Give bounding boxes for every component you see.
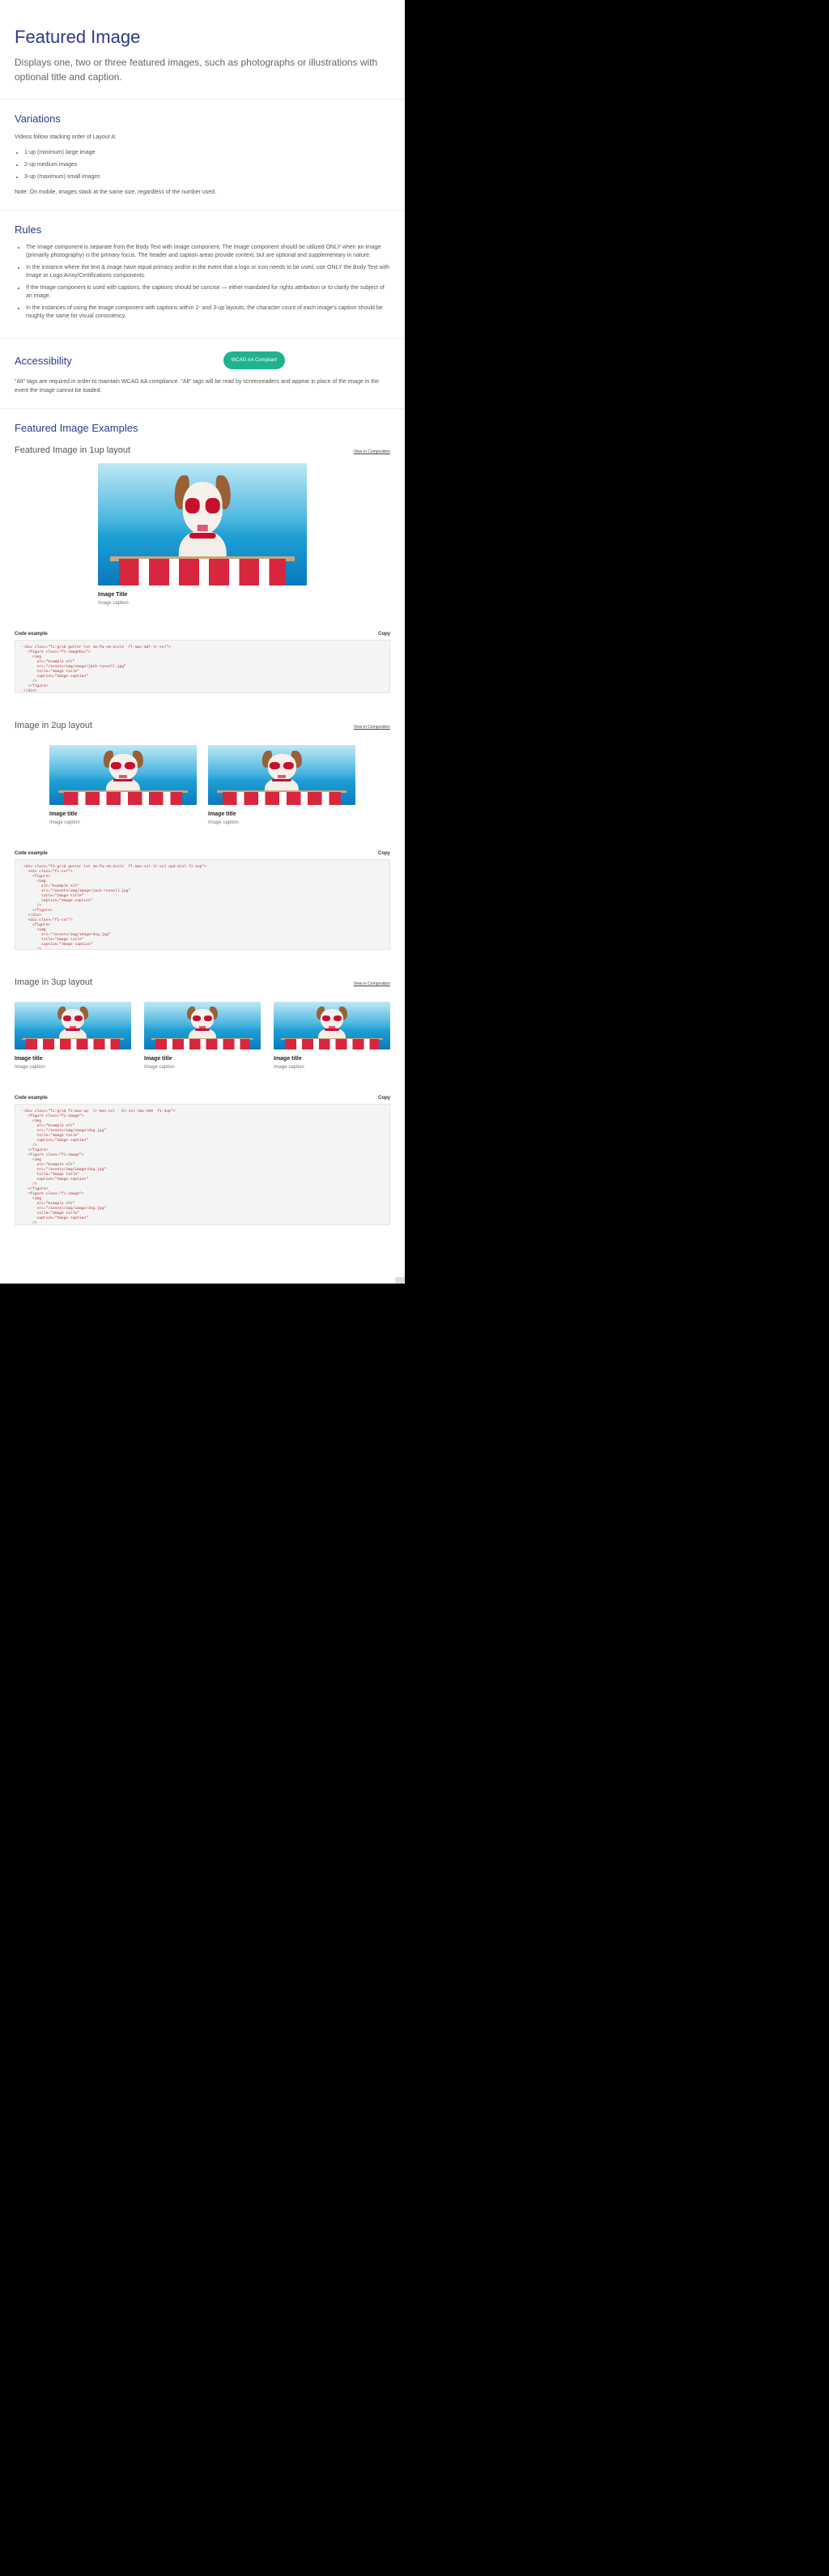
rules-section: Rules The Image component is separate fr… (0, 211, 405, 338)
code-example-label: Code example (15, 632, 48, 637)
one-up-figure: Image Title Image caption (98, 463, 307, 606)
dog-photo (208, 745, 355, 805)
image-caption: Image caption (274, 1065, 304, 1070)
three-up-figure: Image title Image caption (144, 1002, 261, 1070)
variations-list: 1-up (minimum) large image 2-up medium i… (24, 147, 390, 183)
list-item: In the instances of using the Image comp… (26, 304, 390, 321)
list-item: 2-up medium images (24, 159, 390, 171)
view-in-composition-link[interactable]: View in Composition (354, 725, 390, 730)
list-item: 3-up (maximum) small images (24, 171, 390, 183)
code-example-header: Code example Copy (15, 632, 390, 637)
scroll-to-top-button[interactable] (395, 1277, 405, 1284)
two-up-figure: Image title Image caption (49, 745, 197, 825)
image-title: Image title (49, 811, 78, 817)
image-caption: Image caption (208, 820, 239, 825)
page-lead: Displays one, two or three featured imag… (15, 57, 378, 83)
image-title: Image Title (98, 592, 128, 598)
code-block-one-up: <div class="fi-grid gutter-lst sm:fw-sm-… (15, 640, 390, 693)
image-title: Image title (144, 1056, 172, 1062)
variations-note: Note: On mobile, images stack at the sam… (15, 189, 217, 195)
variations-section: Variations Videos follow stacking order … (0, 100, 405, 211)
rules-list: The Image component is separate from the… (26, 244, 390, 321)
dog-photo (274, 1002, 390, 1050)
dog-photo (144, 1002, 261, 1050)
copy-button[interactable]: Copy (378, 632, 390, 637)
image-title: Image title (274, 1056, 302, 1062)
three-up-header: Image in 3up layout View in Composition (15, 977, 390, 987)
accessibility-header: Accessibility WCAG AA Compliant (15, 351, 390, 369)
code-block-two-up: <div class="fi-grid gutter-lst sm:fw-sm-… (15, 859, 390, 950)
three-up-grid: Image title Image caption Image title Im… (15, 1002, 390, 1070)
dog-photo (98, 463, 307, 585)
accessibility-heading: Accessibility (15, 354, 72, 367)
list-item: 1-up (minimum) large image (24, 147, 390, 159)
two-up-figure: Image title Image caption (208, 745, 355, 825)
image-title: Image title (15, 1056, 43, 1062)
accessibility-section: Accessibility WCAG AA Compliant "Alt" ta… (0, 338, 405, 409)
page-content: Featured Image Displays one, two or thre… (0, 0, 405, 1284)
image-caption: Image caption (144, 1065, 175, 1070)
code-example-label: Code example (15, 1096, 48, 1101)
dog-photo (49, 745, 197, 805)
one-up-title: Featured Image in 1up layout (15, 445, 131, 455)
image-caption: Image caption (98, 601, 129, 606)
code-example-header: Code example Copy (15, 1096, 390, 1101)
list-item: If the Image component is used with capt… (26, 284, 390, 300)
code-example-label: Code example (15, 851, 48, 856)
code-example-header: Code example Copy (15, 851, 390, 856)
image-caption: Image caption (49, 820, 80, 825)
three-up-figure: Image title Image caption (15, 1002, 131, 1070)
copy-button[interactable]: Copy (378, 1096, 390, 1101)
variations-intro: Videos follow stacking order of Layout A… (15, 134, 117, 140)
one-up-header: Featured Image in 1up layout View in Com… (15, 445, 390, 455)
two-up-header: Image in 2up layout View in Composition (15, 721, 390, 730)
image-title: Image title (208, 811, 236, 817)
page-title: Featured Image (15, 27, 141, 47)
view-in-composition-link[interactable]: View in Composition (354, 449, 390, 454)
examples-heading: Featured Image Examples (15, 422, 138, 434)
image-caption: Image caption (15, 1065, 45, 1070)
three-up-title: Image in 3up layout (15, 977, 93, 987)
examples-section: Featured Image Examples Featured Image i… (0, 409, 405, 1225)
rules-heading: Rules (15, 224, 42, 236)
three-up-figure: Image title Image caption (274, 1002, 390, 1070)
copy-button[interactable]: Copy (378, 851, 390, 856)
two-up-title: Image in 2up layout (15, 721, 93, 730)
page-background: Featured Image Displays one, two or thre… (0, 0, 810, 2576)
view-in-composition-link[interactable]: View in Composition (354, 981, 390, 986)
code-block-three-up: <div class="fi-grid fi-max-up lr-max-sxl… (15, 1104, 390, 1225)
two-up-grid: Image title Image caption Image title Im… (15, 745, 390, 825)
hero: Featured Image Displays one, two or thre… (0, 0, 405, 100)
dog-photo (15, 1002, 131, 1050)
variations-heading: Variations (15, 113, 61, 125)
compliance-badge: WCAG AA Compliant (223, 351, 285, 369)
accessibility-text: "Alt" tags are required in order to main… (15, 379, 380, 394)
list-item: In the instance where the text & image h… (26, 264, 390, 280)
list-item: The Image component is separate from the… (26, 244, 390, 260)
